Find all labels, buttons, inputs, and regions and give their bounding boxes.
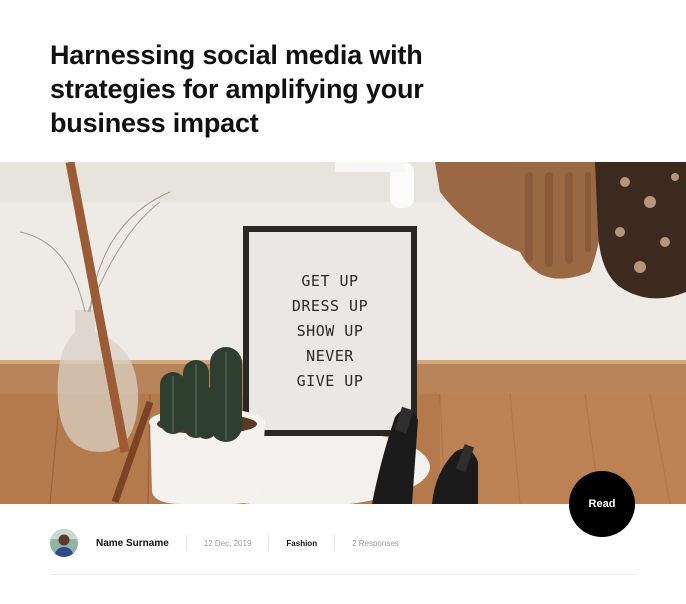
- board-line-3: SHOW UP: [297, 322, 364, 340]
- board-line-5: GIVE UP: [297, 372, 364, 390]
- board-line-2: DRESS UP: [292, 297, 368, 315]
- meta-divider: [185, 535, 187, 551]
- bottom-divider: [50, 574, 636, 575]
- hero-image[interactable]: GET UP DRESS UP SHOW UP NEVER GIVE UP: [0, 162, 686, 504]
- meta-divider: [334, 535, 336, 551]
- author-name[interactable]: Name Surname: [96, 538, 169, 549]
- publish-date: 12 Dec, 2019: [203, 538, 252, 548]
- board-line-4: NEVER: [306, 347, 354, 365]
- avatar[interactable]: [50, 529, 78, 557]
- board-line-1: GET UP: [301, 272, 358, 290]
- article-meta: Name Surname 12 Dec, 2019 Fashion 2 Resp…: [50, 529, 399, 557]
- article-title[interactable]: Harnessing social media with strategies …: [50, 38, 470, 140]
- category-link[interactable]: Fashion: [286, 539, 317, 548]
- meta-divider: [268, 535, 270, 551]
- responses-count[interactable]: 2 Responses: [352, 539, 399, 548]
- read-button[interactable]: Read: [569, 471, 635, 537]
